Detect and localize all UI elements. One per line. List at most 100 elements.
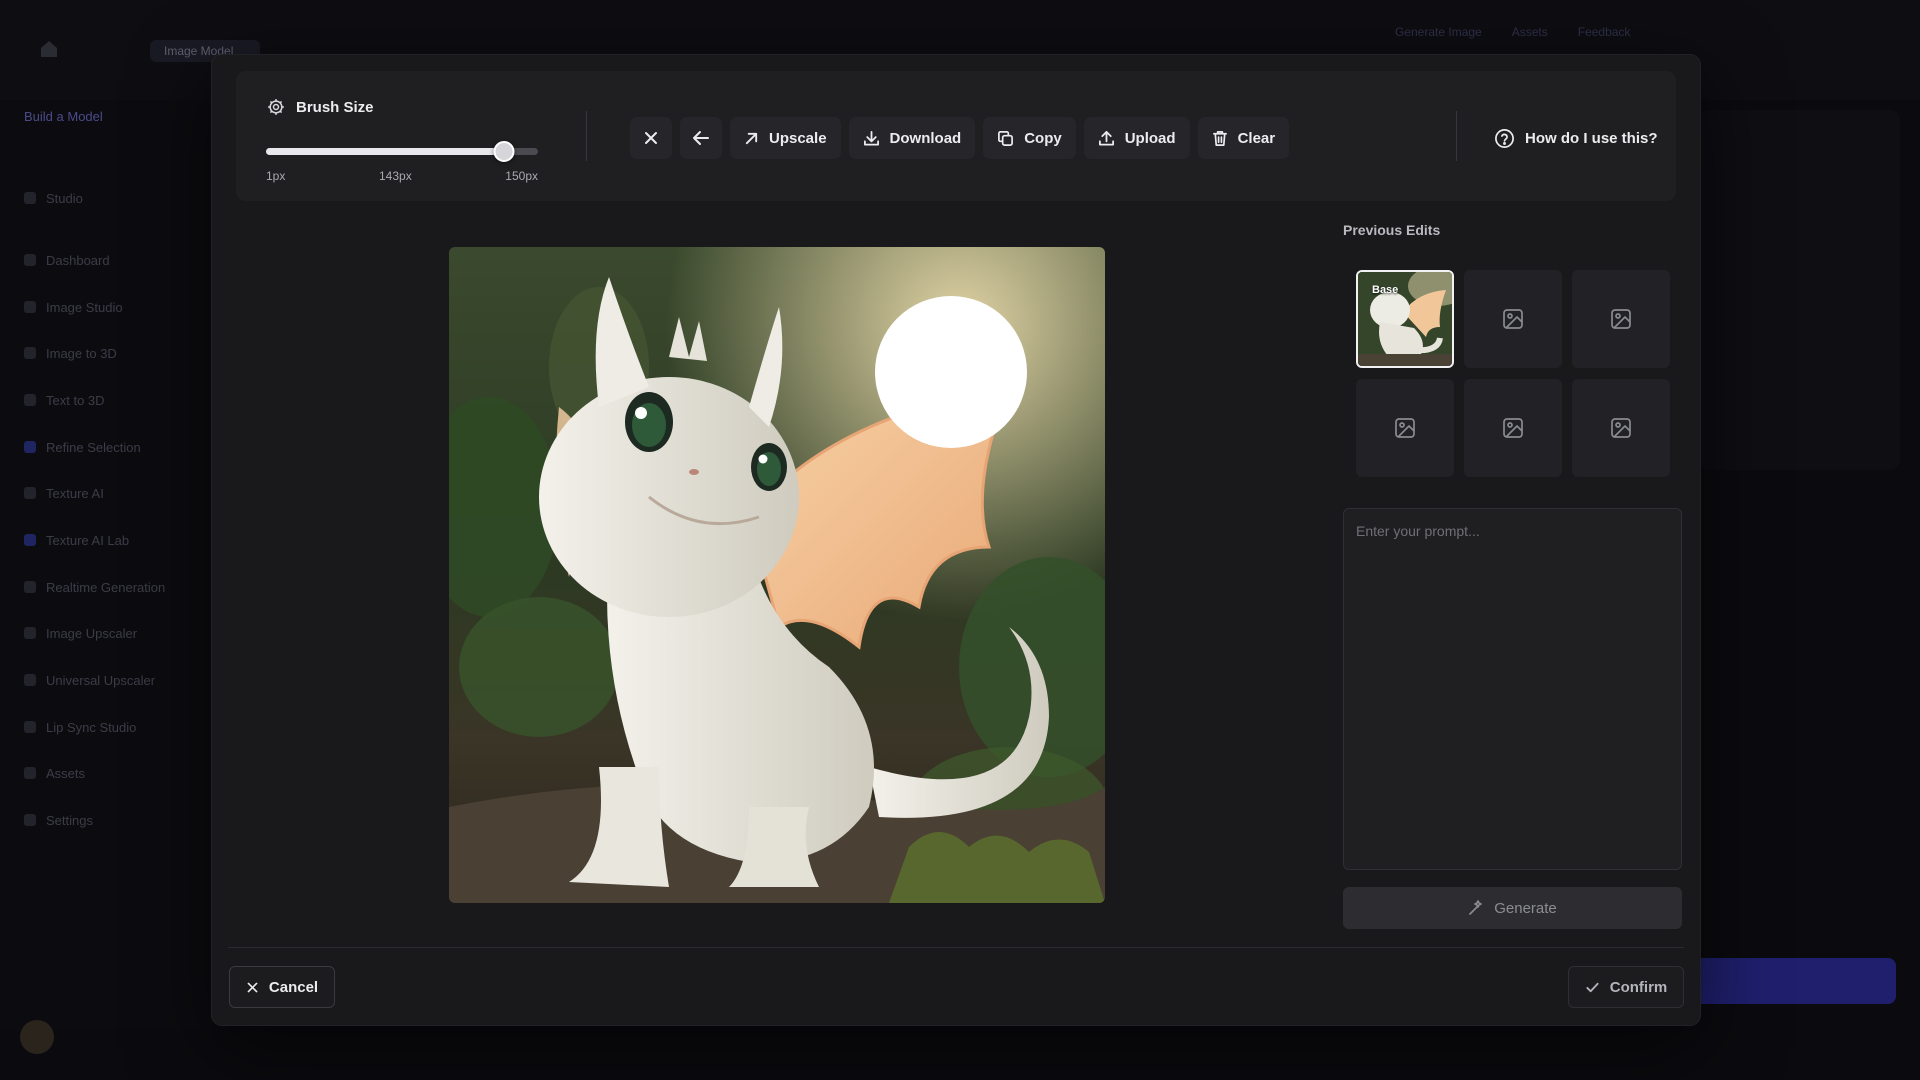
magic-wand-icon bbox=[1469, 900, 1483, 915]
close-icon bbox=[247, 982, 258, 992]
dragon-image bbox=[449, 247, 1105, 903]
edit-thumbnail-empty[interactable] bbox=[1356, 379, 1454, 477]
edit-thumbnail-empty[interactable] bbox=[1572, 270, 1670, 368]
sidebar-bullet-icon bbox=[24, 254, 36, 266]
clear-button[interactable]: Clear bbox=[1197, 117, 1290, 159]
toolbar-divider bbox=[1456, 111, 1457, 161]
background-sidebar-item: Texture AI Lab bbox=[24, 530, 129, 550]
previous-edits-grid: Base bbox=[1356, 270, 1670, 477]
image-placeholder-icon bbox=[1503, 418, 1523, 438]
background-sidebar-title: Build a Model bbox=[24, 109, 103, 124]
download-icon bbox=[863, 130, 879, 146]
image-edit-modal: Brush Size 1px 143px 150px Upscale Downl… bbox=[212, 55, 1700, 1025]
cancel-button[interactable]: Cancel bbox=[229, 966, 335, 1008]
background-sidebar: Build a Model Studio Dashboard Image Stu… bbox=[0, 100, 212, 1030]
background-sidebar-label: Studio bbox=[46, 190, 83, 206]
background-sidebar-label: Text to 3D bbox=[46, 392, 105, 408]
close-icon bbox=[645, 132, 657, 144]
undo-button[interactable] bbox=[680, 117, 722, 159]
cancel-label: Cancel bbox=[268, 978, 319, 996]
sidebar-bullet-icon bbox=[24, 627, 36, 639]
sidebar-bullet-icon bbox=[24, 192, 36, 204]
image-placeholder-icon bbox=[1503, 309, 1523, 329]
background-sidebar-item: Realtime Generation bbox=[24, 577, 165, 597]
background-sidebar-item: Texture AI bbox=[24, 483, 104, 503]
background-sidebar-item: Studio bbox=[24, 188, 83, 208]
background-sidebar-item: Image Studio bbox=[24, 297, 123, 317]
upload-button[interactable]: Upload bbox=[1083, 117, 1190, 159]
sidebar-bullet-icon bbox=[24, 487, 36, 499]
background-sidebar-label: Image Studio bbox=[46, 299, 123, 315]
clear-label: Clear bbox=[1237, 129, 1276, 147]
edit-thumbnail-empty[interactable] bbox=[1464, 270, 1562, 368]
brush-size-slider[interactable] bbox=[266, 141, 538, 162]
background-sidebar-label: Lip Sync Studio bbox=[46, 719, 137, 735]
background-sidebar-item: Image to 3D bbox=[24, 343, 117, 363]
sidebar-bullet-icon bbox=[24, 674, 36, 686]
confirm-label: Confirm bbox=[1609, 978, 1668, 996]
help-button[interactable]: How do I use this? bbox=[1494, 117, 1658, 159]
download-button[interactable]: Download bbox=[848, 117, 976, 159]
background-sidebar-label: Texture AI Lab bbox=[46, 532, 130, 548]
editor-toolbar: Brush Size 1px 143px 150px Upscale Downl… bbox=[236, 71, 1676, 201]
brush-mask bbox=[875, 296, 1027, 448]
trash-icon bbox=[1212, 130, 1227, 146]
brush-size-control: Brush Size 1px 143px 150px bbox=[266, 97, 566, 185]
background-top-actions: Generate Image Assets Feedback bbox=[1395, 25, 1630, 39]
sidebar-bullet-icon bbox=[24, 347, 36, 359]
upscale-label: Upscale bbox=[769, 129, 827, 147]
close-button[interactable] bbox=[630, 117, 672, 159]
background-sidebar-item: Lip Sync Studio bbox=[24, 717, 136, 737]
background-sidebar-item: Assets bbox=[24, 763, 85, 783]
image-placeholder-icon bbox=[1611, 418, 1631, 438]
question-circle-icon bbox=[1495, 128, 1514, 148]
sidebar-bullet-icon bbox=[24, 814, 36, 826]
background-sidebar-item: Universal Upscaler bbox=[24, 670, 155, 690]
slider-max-label: 150px bbox=[505, 169, 538, 183]
background-sidebar-label: Settings bbox=[46, 812, 93, 828]
upload-icon bbox=[1098, 130, 1114, 146]
background-sidebar-label: Assets bbox=[46, 765, 86, 781]
confirm-button[interactable]: Confirm bbox=[1568, 966, 1684, 1008]
sidebar-bullet-icon bbox=[24, 441, 36, 453]
background-sidebar-label: Refine Selection bbox=[46, 439, 141, 455]
brush-size-title: Brush Size bbox=[296, 98, 374, 116]
generate-button[interactable]: Generate bbox=[1343, 887, 1682, 929]
background-user bbox=[20, 1020, 54, 1054]
copy-icon bbox=[998, 130, 1014, 146]
avatar bbox=[20, 1020, 54, 1054]
arrow-left-icon bbox=[693, 131, 709, 145]
background-sidebar-label: Realtime Generation bbox=[46, 579, 166, 595]
background-sidebar-item: Refine Selection bbox=[24, 437, 141, 457]
edit-thumbnail-empty[interactable] bbox=[1464, 379, 1562, 477]
slider-labels: 1px 143px 150px bbox=[266, 169, 538, 185]
prompt-input[interactable] bbox=[1343, 508, 1682, 870]
brush-size-header: Brush Size bbox=[266, 97, 566, 117]
arrow-up-right-icon bbox=[745, 132, 758, 144]
footer-divider bbox=[228, 947, 1684, 948]
slider-value-label: 143px bbox=[379, 169, 412, 183]
base-badge: Base bbox=[1372, 284, 1399, 296]
copy-label: Copy bbox=[1024, 129, 1062, 147]
background-sidebar-item: Text to 3D bbox=[24, 390, 105, 410]
background-sidebar-item: Image Upscaler bbox=[24, 623, 137, 643]
edit-thumbnail-base[interactable]: Base bbox=[1356, 270, 1454, 368]
background-sidebar-label: Image to 3D bbox=[46, 345, 117, 361]
upscale-button[interactable]: Upscale bbox=[730, 117, 841, 159]
edit-thumbnail-empty[interactable] bbox=[1572, 379, 1670, 477]
sidebar-bullet-icon bbox=[24, 767, 36, 779]
sidebar-bullet-icon bbox=[24, 721, 36, 733]
background-sidebar-item: Dashboard bbox=[24, 250, 110, 270]
app-logo-icon bbox=[41, 41, 57, 57]
gear-icon bbox=[268, 99, 284, 115]
background-action: Generate Image bbox=[1395, 25, 1482, 39]
sidebar-bullet-icon bbox=[24, 534, 36, 546]
image-canvas[interactable] bbox=[449, 247, 1105, 903]
sidebar-bullet-icon bbox=[24, 394, 36, 406]
copy-button[interactable]: Copy bbox=[983, 117, 1076, 159]
slider-thumb[interactable] bbox=[493, 141, 515, 162]
help-label: How do I use this? bbox=[1525, 129, 1658, 147]
generate-label: Generate bbox=[1494, 899, 1557, 917]
image-placeholder-icon bbox=[1395, 418, 1415, 438]
previous-edits-title: Previous Edits bbox=[1343, 222, 1441, 238]
